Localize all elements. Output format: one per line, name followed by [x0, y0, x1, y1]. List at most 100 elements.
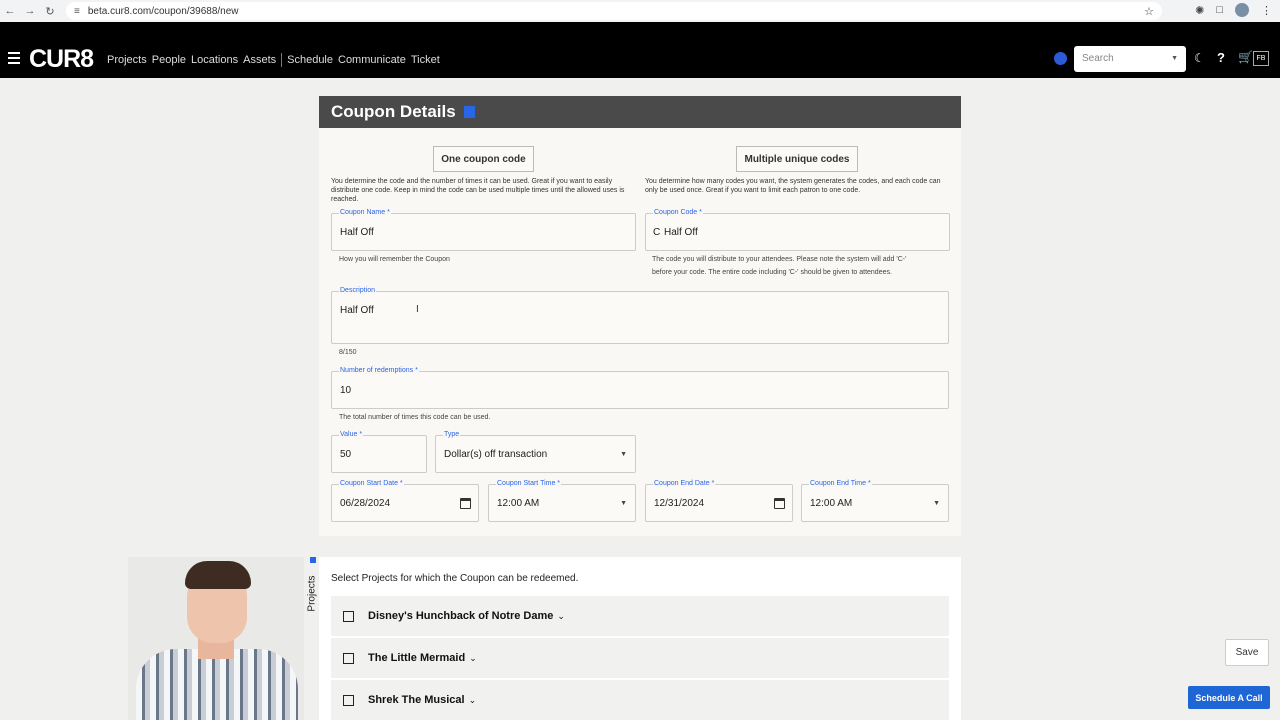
coupon-code-label: Coupon Code * — [653, 209, 703, 216]
description-counter: 8/150 — [339, 349, 357, 356]
project-row[interactable]: Shrek The Musical ⌄ — [331, 680, 949, 720]
end-time-value: 12:00 AM — [810, 498, 853, 509]
one-coupon-code-description: You determine the code and the number of… — [331, 178, 625, 203]
projects-tab[interactable]: Projects — [304, 570, 320, 616]
redemptions-helper: The total number of times this code can … — [339, 414, 491, 421]
help-icon[interactable]: ? — [1217, 50, 1225, 65]
nav-divider — [281, 53, 283, 67]
coupon-code-helper-line2: before your code. The entire code includ… — [652, 269, 892, 276]
project-checkbox[interactable] — [343, 652, 354, 664]
project-row[interactable]: The Little Mermaid ⌄ — [331, 638, 949, 678]
presenter-webcam — [128, 557, 304, 720]
end-time-select[interactable]: Coupon End Time * 12:00 AM ▼ — [801, 480, 949, 522]
dropdown-arrow-icon: ▼ — [620, 451, 627, 458]
description-label: Description — [339, 287, 377, 294]
info-square-icon — [463, 106, 475, 118]
coupon-code-field[interactable]: Coupon Code * C Half Off — [645, 209, 950, 251]
dropdown-arrow-icon: ▼ — [933, 500, 940, 507]
project-row[interactable]: Disney's Hunchback of Notre Dame ⌄ — [331, 596, 949, 636]
redemptions-field[interactable]: Number of redemptions * 10 — [331, 367, 949, 409]
start-time-label: Coupon Start Time * — [496, 480, 562, 487]
one-coupon-code-button[interactable]: One coupon code — [433, 146, 534, 172]
extension-icon[interactable]: ✺ — [1195, 4, 1204, 17]
chevron-down-icon[interactable]: ⌄ — [469, 695, 477, 706]
cart-icon[interactable]: 🛒 — [1238, 50, 1253, 64]
type-value: Dollar(s) off transaction — [444, 449, 548, 460]
dropdown-arrow-icon: ▼ — [620, 500, 627, 507]
chevron-down-icon: ▼ — [1171, 55, 1178, 62]
end-date-field[interactable]: Coupon End Date * 12/31/2024 — [645, 480, 793, 522]
header-top-strip — [0, 22, 1280, 40]
coupon-name-helper: How you will remember the Coupon — [339, 256, 450, 263]
coupon-name-label: Coupon Name * — [339, 209, 391, 216]
nav-people[interactable]: People — [152, 54, 186, 66]
back-icon[interactable]: ← — [0, 5, 20, 17]
url-text: beta.cur8.com/coupon/39688/new — [87, 5, 239, 17]
projects-section-title: Select Projects for which the Coupon can… — [331, 573, 579, 584]
nav-assets[interactable]: Assets — [243, 54, 276, 66]
coupon-code-helper-line1: The code you will distribute to your att… — [652, 256, 907, 263]
coupon-details-header: Coupon Details — [319, 96, 961, 128]
presenter-hair — [185, 561, 251, 589]
nav-schedule[interactable]: Schedule — [287, 54, 333, 66]
project-checkbox[interactable] — [343, 610, 354, 622]
redemptions-label: Number of redemptions * — [339, 367, 419, 374]
start-date-field[interactable]: Coupon Start Date * 06/28/2024 — [331, 480, 479, 522]
save-button[interactable]: Save — [1225, 639, 1269, 666]
project-name: The Little Mermaid — [368, 652, 466, 664]
reload-icon[interactable]: ↻ — [40, 5, 60, 18]
type-label: Type — [443, 431, 461, 438]
start-date-label: Coupon Start Date * — [339, 480, 404, 487]
site-settings-icon[interactable]: ≡ — [74, 6, 80, 17]
chevron-down-icon[interactable]: ⌄ — [557, 611, 565, 622]
nav-ticket[interactable]: Ticket — [411, 54, 440, 66]
main-nav: Projects People Locations Assets Schedul… — [107, 53, 445, 67]
cur8-logo[interactable]: CUR8 — [29, 45, 94, 74]
nav-projects[interactable]: Projects — [107, 54, 147, 66]
project-checkbox[interactable] — [343, 694, 354, 706]
bookmark-star-icon[interactable]: ☆ — [1144, 5, 1154, 18]
value-field[interactable]: Value * 50 — [331, 431, 427, 473]
forward-icon[interactable]: → — [20, 5, 40, 17]
project-name: Shrek The Musical — [368, 694, 465, 706]
value-value: 50 — [340, 449, 352, 460]
projects-tab-marker — [310, 557, 316, 563]
search-placeholder: Search — [1082, 53, 1114, 64]
nav-communicate[interactable]: Communicate — [338, 54, 406, 66]
end-date-value: 12/31/2024 — [654, 498, 705, 509]
start-date-value: 06/28/2024 — [340, 498, 391, 509]
calendar-icon[interactable] — [460, 498, 471, 509]
description-field[interactable]: Description Half Off — [331, 287, 949, 344]
coupon-code-value: Half Off — [664, 227, 698, 238]
multiple-unique-codes-button[interactable]: Multiple unique codes — [736, 146, 858, 172]
search-input[interactable]: Search ▼ — [1074, 46, 1186, 72]
coupon-code-prefix: C — [653, 227, 661, 238]
puzzle-icon[interactable]: □ — [1216, 4, 1223, 16]
calendar-icon[interactable] — [774, 498, 785, 509]
description-value: Half Off — [340, 305, 374, 316]
profile-avatar-icon[interactable] — [1235, 3, 1249, 17]
dark-mode-icon[interactable]: ☾ — [1194, 51, 1205, 65]
schedule-call-button[interactable]: Schedule A Call — [1188, 686, 1270, 709]
globe-icon[interactable] — [1054, 52, 1067, 65]
type-select[interactable]: Type Dollar(s) off transaction ▼ — [435, 431, 636, 473]
end-time-label: Coupon End Time * — [809, 480, 872, 487]
chevron-down-icon[interactable]: ⌄ — [469, 653, 477, 664]
text-cursor-icon: I — [416, 304, 419, 315]
start-time-select[interactable]: Coupon Start Time * 12:00 AM ▼ — [488, 480, 636, 522]
address-bar[interactable]: ≡ beta.cur8.com/coupon/39688/new ☆ — [66, 2, 1162, 20]
coupon-name-field[interactable]: Coupon Name * Half Off — [331, 209, 636, 251]
menu-dots-icon[interactable]: ⋮ — [1261, 4, 1272, 17]
end-date-label: Coupon End Date * — [653, 480, 716, 487]
multiple-unique-codes-description: You determine how many codes you want, t… — [645, 178, 941, 194]
user-avatar[interactable]: FB — [1253, 51, 1269, 66]
value-label: Value * — [339, 431, 364, 438]
page-title: Coupon Details — [331, 102, 456, 121]
start-time-value: 12:00 AM — [497, 498, 540, 509]
redemptions-value: 10 — [340, 385, 352, 396]
coupon-name-value: Half Off — [340, 227, 374, 238]
hamburger-menu-icon[interactable] — [8, 52, 20, 64]
nav-locations[interactable]: Locations — [191, 54, 238, 66]
presenter-shirt — [136, 649, 298, 720]
projects-tab-label: Projects — [306, 574, 318, 612]
